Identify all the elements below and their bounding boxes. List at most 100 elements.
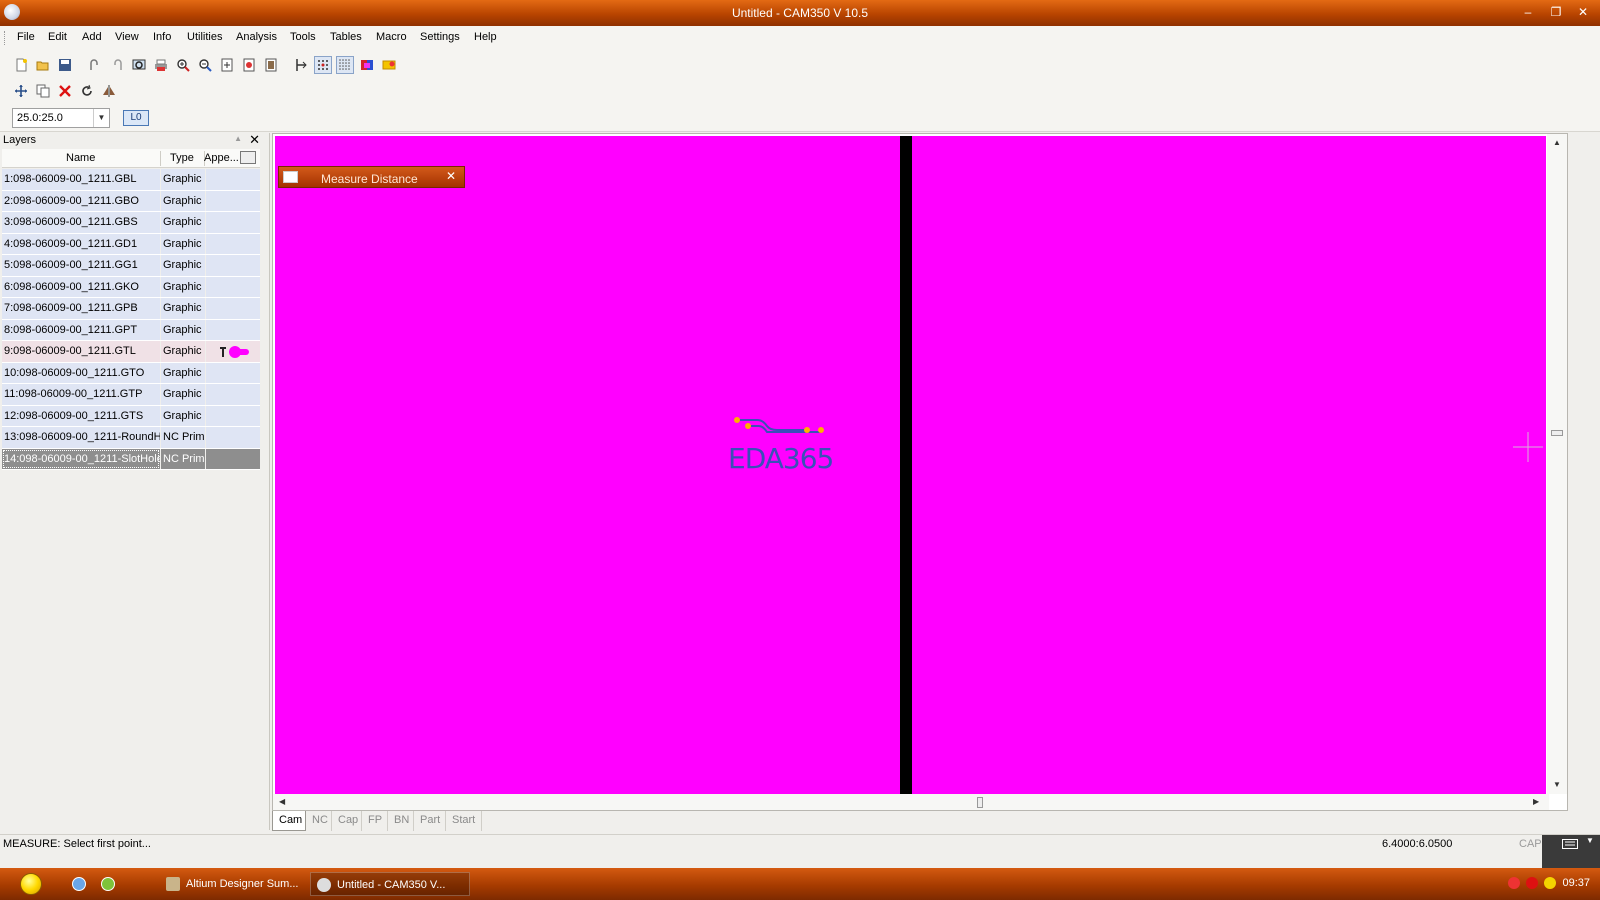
scroll-right-icon[interactable]: ▶ bbox=[1533, 797, 1539, 806]
grid-dots-icon[interactable] bbox=[314, 56, 332, 74]
task-cam350[interactable]: Untitled - CAM350 V... bbox=[310, 872, 470, 896]
layer-toggle-icon[interactable] bbox=[262, 56, 280, 74]
layer-row[interactable]: 2:098-06009-00_1211.GBO Graphic bbox=[2, 190, 260, 212]
zoom-in-icon[interactable] bbox=[174, 56, 192, 74]
minimize-button[interactable]: ‒ bbox=[1519, 4, 1537, 20]
layer-row[interactable]: 4:098-06009-00_1211.GD1 Graphic bbox=[2, 233, 260, 255]
scroll-left-icon[interactable]: ◀ bbox=[279, 797, 285, 806]
tray-update-icon[interactable] bbox=[1544, 877, 1556, 889]
horizontal-scrollbar[interactable]: ◀ ▶ bbox=[273, 794, 1549, 810]
layer-appearance[interactable] bbox=[206, 255, 260, 276]
column-header-name[interactable]: Name bbox=[66, 152, 95, 164]
display-options-icon[interactable] bbox=[380, 56, 398, 74]
layer-appearance[interactable] bbox=[206, 405, 260, 426]
open-folder-icon[interactable] bbox=[34, 56, 52, 74]
horizontal-scroll-thumb[interactable] bbox=[977, 797, 983, 808]
start-button[interactable] bbox=[20, 873, 42, 895]
pin-icon[interactable]: ▲ bbox=[234, 134, 242, 143]
new-file-icon[interactable] bbox=[12, 56, 30, 74]
task-altium[interactable]: Altium Designer Sum... bbox=[160, 872, 302, 896]
menu-file[interactable]: File bbox=[17, 31, 35, 43]
scroll-up-icon[interactable]: ▲ bbox=[1553, 138, 1561, 147]
menu-add[interactable]: Add bbox=[82, 31, 102, 43]
layer-appearance[interactable] bbox=[206, 233, 260, 254]
menu-macro[interactable]: Macro bbox=[376, 31, 407, 43]
measure-distance-window[interactable]: Measure Distance ✕ bbox=[278, 166, 465, 188]
layer-row[interactable]: 13:098-06009-00_1211-RoundHolesNC Primar… bbox=[2, 427, 260, 449]
column-divider[interactable] bbox=[160, 151, 161, 166]
redo-icon[interactable] bbox=[108, 56, 126, 74]
maximize-button[interactable]: ❐ bbox=[1547, 4, 1565, 20]
tab-bn[interactable]: BN bbox=[388, 811, 414, 831]
layer-appearance[interactable] bbox=[206, 190, 260, 211]
layer-appearance[interactable] bbox=[206, 448, 260, 469]
tray-network-icon[interactable] bbox=[1508, 877, 1520, 889]
menu-analysis[interactable]: Analysis bbox=[236, 31, 277, 43]
clock[interactable]: 09:37 bbox=[1562, 877, 1590, 889]
tab-cap[interactable]: Cap bbox=[332, 811, 362, 831]
layer-zero-button[interactable]: L0 bbox=[123, 110, 149, 126]
menu-tools[interactable]: Tools bbox=[290, 31, 316, 43]
layer-appearance[interactable] bbox=[206, 427, 260, 448]
menu-view[interactable]: View bbox=[115, 31, 139, 43]
menu-tables[interactable]: Tables bbox=[330, 31, 362, 43]
language-bar[interactable]: ▼ bbox=[1542, 835, 1600, 871]
grid-size-combo[interactable]: 25.0:25.0 ▼ bbox=[12, 108, 110, 128]
close-window-button[interactable]: ✕ bbox=[1574, 4, 1592, 20]
layer-row[interactable]: 11:098-06009-00_1211.GTP Graphic bbox=[2, 384, 260, 406]
layer-appearance[interactable] bbox=[206, 169, 260, 190]
layer-row[interactable]: 8:098-06009-00_1211.GPT Graphic bbox=[2, 319, 260, 341]
layer-appearance[interactable] bbox=[206, 212, 260, 233]
chevron-down-icon[interactable]: ▼ bbox=[1586, 836, 1594, 845]
column-header-type[interactable]: Type bbox=[170, 152, 194, 164]
menu-settings[interactable]: Settings bbox=[420, 31, 460, 43]
menu-utilities[interactable]: Utilities bbox=[187, 31, 222, 43]
tray-security-icon[interactable] bbox=[1526, 877, 1538, 889]
layer-row[interactable]: 7:098-06009-00_1211.GPB Graphic bbox=[2, 298, 260, 320]
layer-appearance[interactable] bbox=[206, 298, 260, 319]
layer-appearance[interactable] bbox=[206, 319, 260, 340]
mirror-icon[interactable] bbox=[100, 82, 118, 100]
zoom-window-icon[interactable] bbox=[130, 56, 148, 74]
delete-icon[interactable] bbox=[56, 82, 74, 100]
vertical-scrollbar[interactable]: ▲ ▼ bbox=[1547, 134, 1567, 794]
zoom-out-icon[interactable] bbox=[196, 56, 214, 74]
layer-row[interactable]: 6:098-06009-00_1211.GKO Graphic bbox=[2, 276, 260, 298]
close-icon[interactable]: ✕ bbox=[446, 169, 456, 183]
print-icon[interactable] bbox=[152, 56, 170, 74]
layer-appearance[interactable] bbox=[206, 362, 260, 383]
layer-appearance[interactable] bbox=[206, 384, 260, 405]
copy-icon[interactable] bbox=[34, 82, 52, 100]
chevron-down-icon[interactable]: ▼ bbox=[93, 109, 109, 127]
tab-cam[interactable]: Cam bbox=[272, 811, 306, 831]
layer-row-active[interactable]: 9:098-06009-00_1211.GTL Graphic bbox=[2, 341, 260, 363]
scroll-down-icon[interactable]: ▼ bbox=[1553, 780, 1561, 789]
layer-row-selected[interactable]: 14:098-06009-00_1211-SlotHolesNC Primary bbox=[2, 448, 260, 470]
layer-row[interactable]: 1:098-06009-00_1211.GBL Graphic bbox=[2, 169, 260, 191]
keyboard-icon[interactable] bbox=[1562, 839, 1578, 849]
column-chooser-icon[interactable] bbox=[240, 151, 256, 164]
layer-row[interactable]: 5:098-06009-00_1211.GG1 Graphic bbox=[2, 255, 260, 277]
color-palette-icon[interactable] bbox=[358, 56, 376, 74]
tab-fp[interactable]: FP bbox=[362, 811, 388, 831]
tab-nc[interactable]: NC bbox=[306, 811, 332, 831]
layer-row[interactable]: 12:098-06009-00_1211.GTS Graphic bbox=[2, 405, 260, 427]
desktop-icon[interactable] bbox=[72, 877, 86, 891]
menu-edit[interactable]: Edit bbox=[48, 31, 67, 43]
layer-row[interactable]: 3:098-06009-00_1211.GBS Graphic bbox=[2, 212, 260, 234]
layer-row[interactable]: 10:098-06009-00_1211.GTO Graphic bbox=[2, 362, 260, 384]
column-header-appearance[interactable]: Appe... bbox=[204, 152, 239, 164]
save-icon[interactable] bbox=[56, 56, 74, 74]
tab-start[interactable]: Start bbox=[446, 811, 482, 831]
vertical-scroll-thumb[interactable] bbox=[1551, 430, 1563, 436]
pcb-canvas[interactable]: Measure Distance ✕ EDA365 bbox=[275, 136, 1546, 794]
close-icon[interactable]: ✕ bbox=[249, 132, 260, 148]
menu-help[interactable]: Help bbox=[474, 31, 497, 43]
grid-fine-icon[interactable] bbox=[336, 56, 354, 74]
tab-part[interactable]: Part bbox=[414, 811, 446, 831]
move-icon[interactable] bbox=[12, 82, 30, 100]
rotate-icon[interactable] bbox=[78, 82, 96, 100]
layer-appearance[interactable] bbox=[206, 341, 260, 362]
snap-icon[interactable] bbox=[292, 56, 310, 74]
redraw-icon[interactable] bbox=[240, 56, 258, 74]
